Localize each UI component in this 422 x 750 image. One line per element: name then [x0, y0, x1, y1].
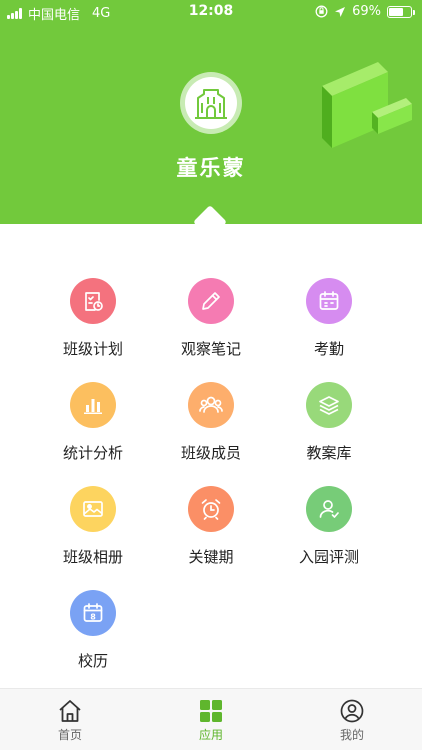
header-notch	[193, 205, 227, 224]
app-class-plan[interactable]: 班级计划	[28, 278, 158, 373]
tab-label: 首页	[57, 728, 82, 742]
location-arrow-icon	[335, 6, 346, 17]
tab-label: 我的	[339, 728, 364, 742]
school-logo	[180, 72, 242, 134]
app-label: 统计分析	[62, 444, 123, 462]
user-check-icon	[306, 486, 352, 532]
school-name: 童乐蒙	[176, 156, 246, 180]
tab-home[interactable]: 首页	[0, 689, 140, 750]
app-label: 观察笔记	[180, 340, 241, 358]
layers-icon	[306, 382, 352, 428]
app-label: 班级计划	[62, 340, 123, 358]
people-icon	[188, 382, 234, 428]
app-class-album[interactable]: 班级相册	[28, 486, 158, 581]
app-lesson-plans[interactable]: 教案库	[264, 382, 394, 477]
app-class-members[interactable]: 班级成员	[146, 382, 276, 477]
school-building-icon	[195, 89, 227, 119]
checklist-clock-icon	[70, 278, 116, 324]
app-label: 教案库	[306, 444, 352, 462]
status-bar: 中国电信 4G 12:08 69%	[0, 0, 422, 24]
image-icon	[70, 486, 116, 532]
alarm-clock-icon	[188, 486, 234, 532]
tab-mine[interactable]: 我的	[282, 689, 422, 750]
app-label: 关键期	[188, 548, 234, 566]
app-label: 校历	[77, 652, 108, 670]
app-admission-assessment[interactable]: 入园评测	[264, 486, 394, 581]
app-observation-notes[interactable]: 观察笔记	[146, 278, 276, 373]
decorative-blocks	[322, 62, 412, 148]
bar-chart-icon	[70, 382, 116, 428]
svg-text:8: 8	[90, 613, 96, 622]
calendar-icon	[306, 278, 352, 324]
app-critical-period[interactable]: 关键期	[146, 486, 276, 581]
user-circle-icon	[340, 699, 364, 723]
calendar-8-icon: 8	[70, 590, 116, 636]
orientation-lock-icon	[315, 5, 328, 18]
app-attendance[interactable]: 考勤	[264, 278, 394, 373]
app-label: 考勤	[313, 340, 344, 358]
app-label: 班级相册	[62, 548, 123, 566]
tab-apps[interactable]: 应用	[141, 689, 281, 750]
battery-icon	[387, 5, 415, 18]
app-label: 班级成员	[180, 444, 241, 462]
pencil-icon	[188, 278, 234, 324]
app-school-calendar[interactable]: 8 校历	[28, 590, 158, 685]
tab-label: 应用	[198, 728, 223, 742]
tab-bar: 首页 应用 我的	[0, 688, 422, 750]
battery-percent: 69%	[352, 4, 381, 19]
app-statistics[interactable]: 统计分析	[28, 382, 158, 477]
grid-icon	[200, 700, 222, 722]
home-icon	[59, 700, 81, 722]
app-label: 入园评测	[298, 548, 359, 566]
